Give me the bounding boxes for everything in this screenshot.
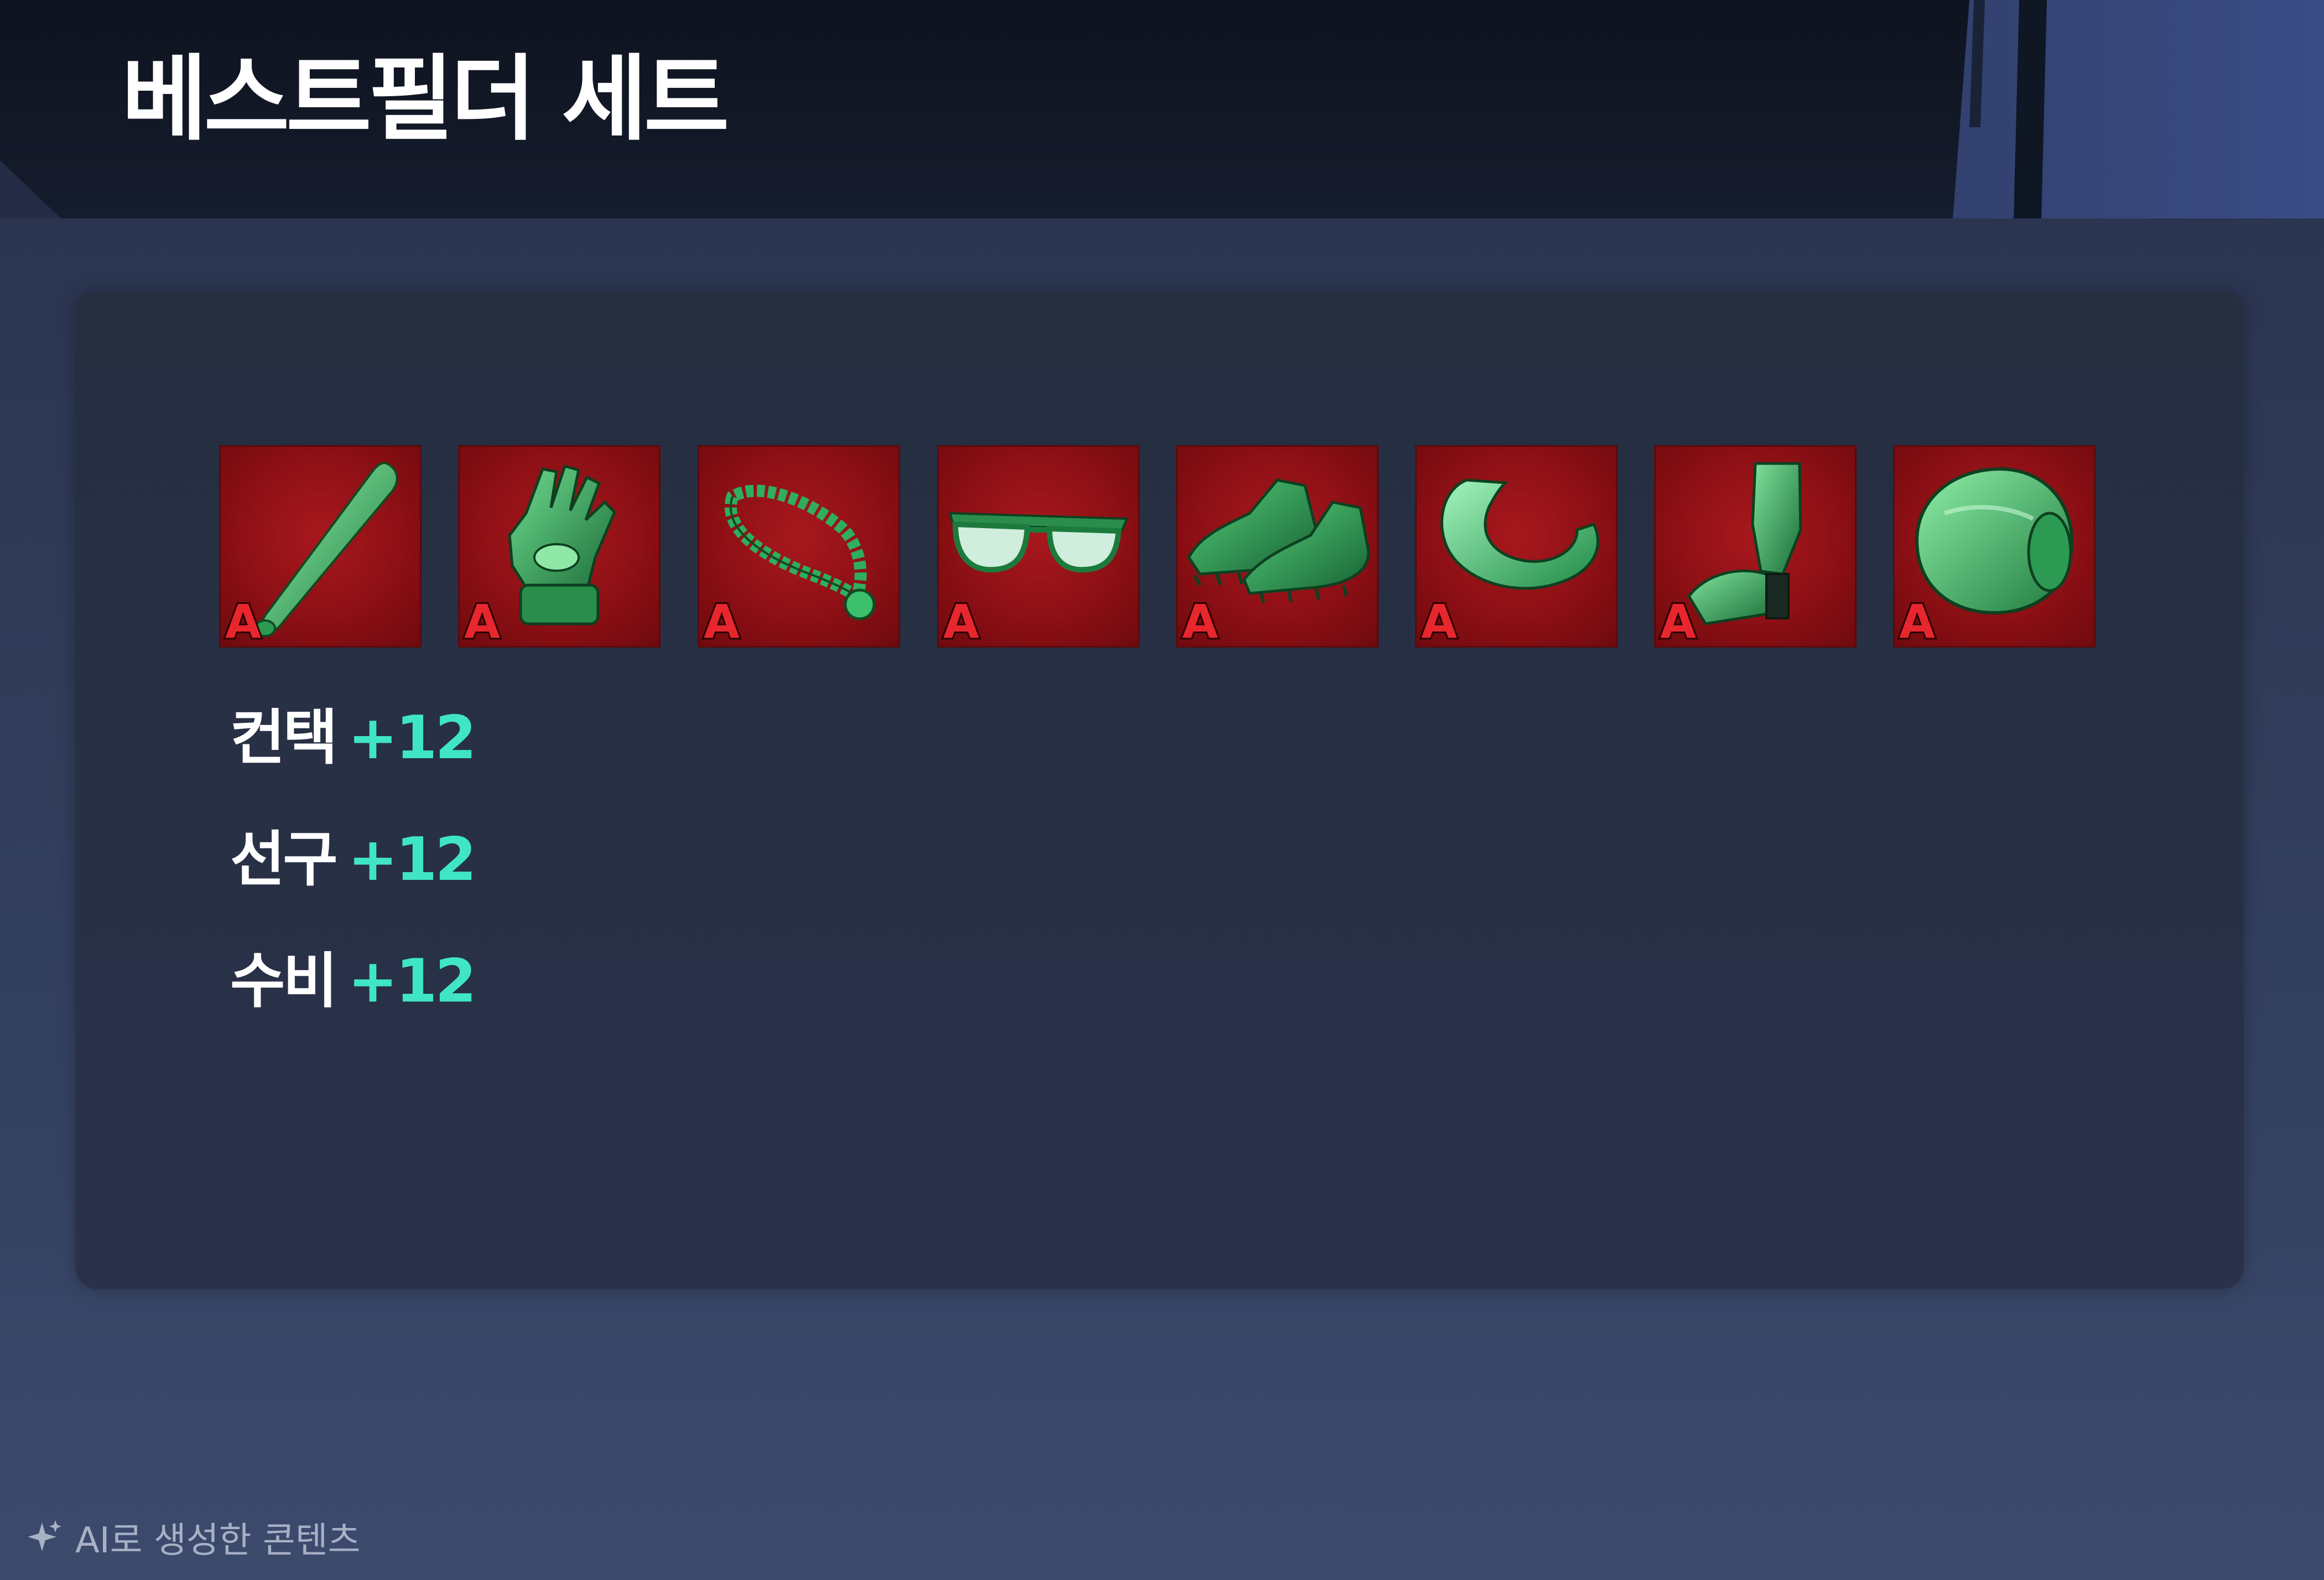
stat-name: 컨택	[230, 703, 338, 773]
stat-row: 수비 +12	[230, 946, 477, 1018]
set-info-panel	[75, 291, 2244, 1289]
grade-badge: A	[942, 595, 981, 648]
page-title: 베스트필더 세트	[122, 45, 729, 153]
equipment-slot[interactable]: A	[1415, 445, 1618, 648]
stat-value: +12	[347, 947, 477, 1016]
grade-badge: A	[1420, 595, 1459, 648]
stat-name: 선구	[230, 825, 338, 894]
grade-badge: A	[1181, 595, 1220, 648]
stat-row: 컨택 +12	[230, 702, 477, 774]
ai-content-notice: AI로 생성한 콘텐츠	[25, 1513, 361, 1562]
sparkle-icon	[28, 1520, 61, 1551]
equipment-slot[interactable]: A	[937, 445, 1140, 648]
grade-badge: A	[702, 595, 741, 648]
grade-badge: A	[462, 595, 502, 648]
equipment-slot[interactable]: A	[1893, 445, 2096, 648]
equipment-slot[interactable]: A	[698, 445, 900, 648]
equipment-slot[interactable]: A	[1176, 445, 1379, 648]
stat-row: 선구 +12	[230, 824, 477, 896]
stat-value: +12	[347, 703, 477, 773]
grade-badge: A	[223, 595, 263, 648]
set-detail-screen: 베스트필더 세트 A A A A A A A A 컨택 +12 선구 +12 수…	[0, 0, 2324, 1580]
stat-name: 수비	[230, 947, 338, 1016]
grade-badge: A	[1897, 595, 1937, 648]
equipment-list: A A A A A A A A	[219, 445, 2100, 650]
equipment-slot[interactable]: A	[219, 445, 422, 648]
grade-badge: A	[1658, 595, 1698, 648]
header-stripe	[2014, 0, 2047, 218]
stat-value: +12	[347, 825, 477, 894]
equipment-slot[interactable]: A	[1654, 445, 1857, 648]
equipment-slot[interactable]: A	[458, 445, 661, 648]
ai-content-label: AI로 생성한 콘텐츠	[75, 1520, 361, 1561]
